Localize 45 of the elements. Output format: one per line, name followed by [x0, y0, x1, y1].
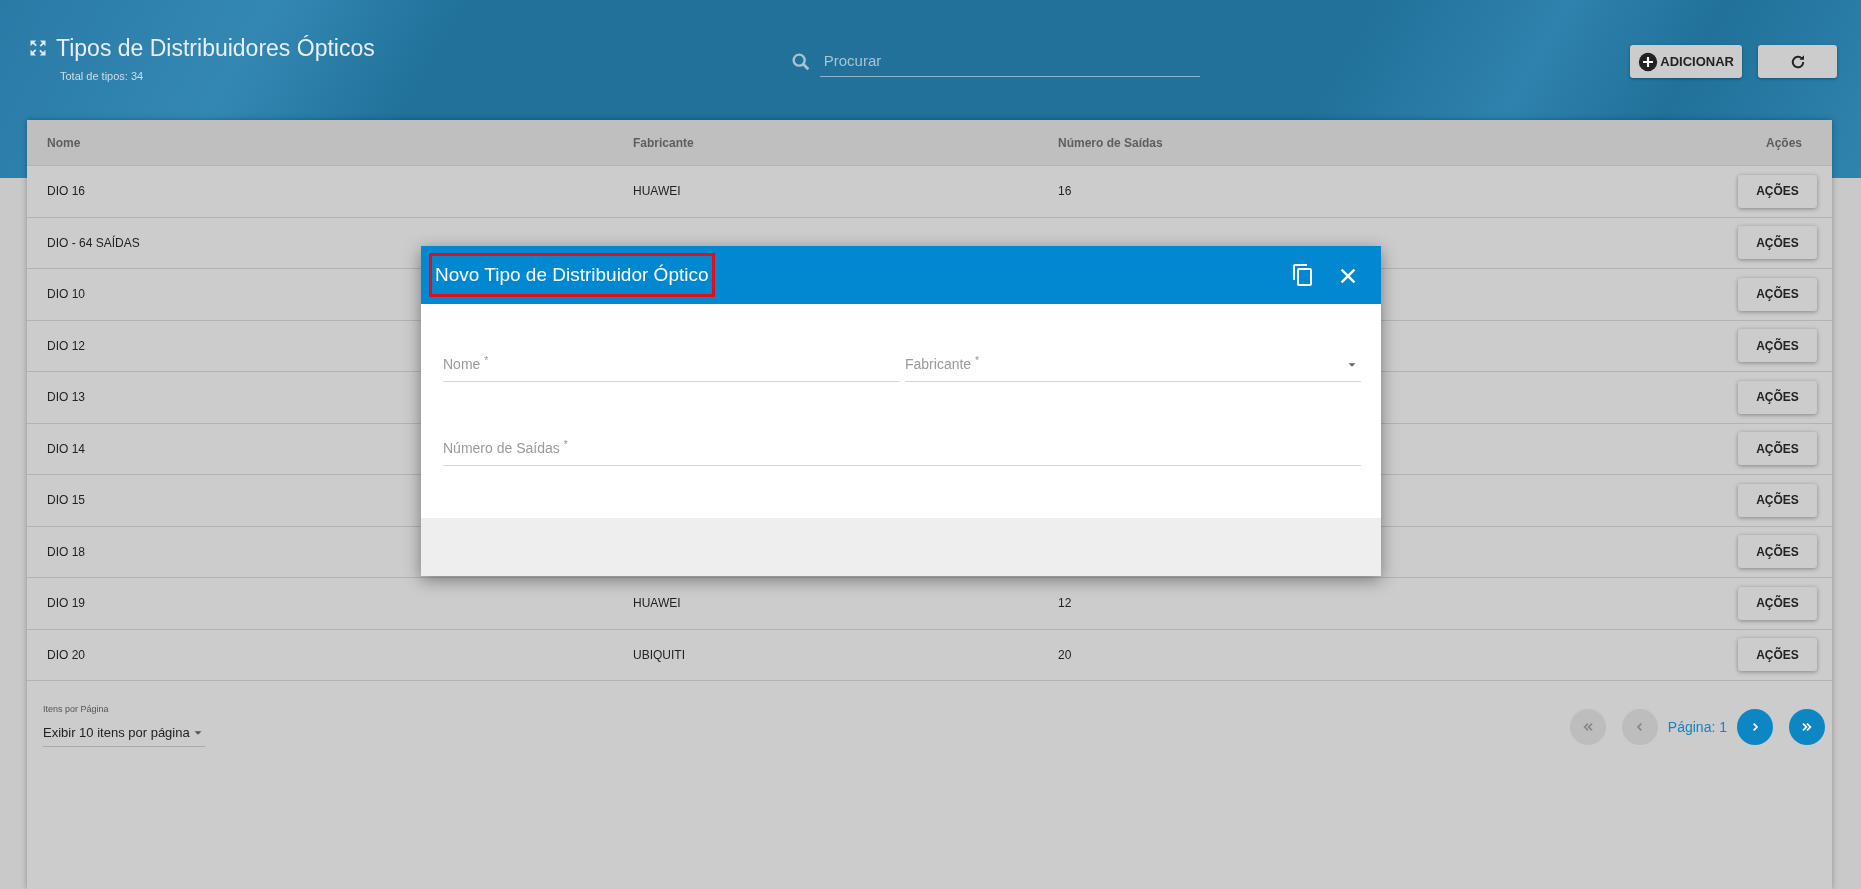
actions-button[interactable]: AÇÕES	[1738, 329, 1817, 363]
actions-button[interactable]: AÇÕES	[1738, 638, 1817, 672]
items-per-page-select[interactable]: Exibir 10 itens por página	[43, 720, 205, 747]
copy-button[interactable]	[1291, 262, 1315, 288]
copy-icon	[1291, 263, 1315, 288]
table-cell-text: 20	[1058, 646, 1072, 664]
actions-button[interactable]: AÇÕES	[1738, 432, 1817, 466]
actions-button[interactable]: AÇÕES	[1738, 277, 1817, 311]
table-cell-text: DIO 12	[47, 337, 85, 355]
actions-button[interactable]: AÇÕES	[1738, 226, 1817, 260]
table-cell-text: DIO 16	[47, 183, 85, 201]
actions-button[interactable]: AÇÕES	[1738, 174, 1817, 208]
table-cell-text: UBIQUITI	[633, 646, 685, 664]
table-cell-text: HUAWEI	[633, 595, 681, 613]
next-page-button[interactable]	[1737, 709, 1773, 745]
page-indicator: Página: 1	[1667, 717, 1727, 737]
actions-button[interactable]: AÇÕES	[1738, 483, 1817, 517]
table-cell-text: DIO 13	[47, 389, 85, 407]
actions-button[interactable]: AÇÕES	[1738, 535, 1817, 569]
items-per-page-label: Itens por Página	[43, 703, 110, 716]
last-page-button[interactable]	[1789, 709, 1825, 745]
actions-button[interactable]: AÇÕES	[1738, 586, 1817, 620]
table-cell-text: DIO 15	[47, 492, 85, 510]
expand-icon	[28, 38, 48, 58]
table-cell-text: DIO 19	[47, 595, 85, 613]
page-title: Tipos de Distribuidores Ópticos	[56, 34, 375, 62]
table-cell-text: DIO 10	[47, 286, 85, 304]
plus-circle-icon	[1638, 51, 1659, 72]
column-header: Fabricante	[633, 134, 694, 152]
column-header: Número de Saídas	[1058, 134, 1163, 152]
column-header: Nome	[47, 134, 81, 152]
table-cell-text: HUAWEI	[633, 183, 681, 201]
actions-button[interactable]: AÇÕES	[1738, 380, 1817, 414]
table-cell-text: DIO 20	[47, 646, 85, 664]
column-header: Ações	[1765, 134, 1802, 152]
table-cell-text: 12	[1058, 595, 1072, 613]
total-count: Total de tipos: 34	[60, 69, 145, 84]
table-cell-text: 16	[1058, 183, 1072, 201]
dialog-title: Novo Tipo de Distribuidor Óptico	[429, 252, 715, 298]
refresh-button[interactable]	[1758, 45, 1837, 78]
add-button[interactable]: ADICIONAR	[1630, 45, 1742, 78]
search-field[interactable]: Procurar	[821, 49, 1200, 74]
table-cell-text: DIO 14	[47, 440, 85, 458]
table-cell-text: DIO 18	[47, 543, 85, 561]
table-cell-text: DIO - 64 SAÍDAS	[47, 234, 140, 252]
